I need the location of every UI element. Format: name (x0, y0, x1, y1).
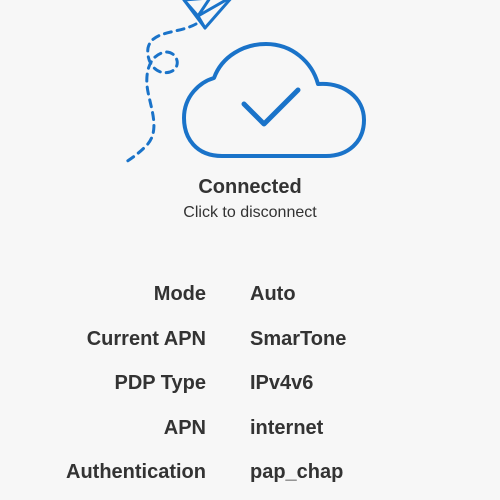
info-label: PDP Type (114, 372, 206, 394)
connection-status: Connected (198, 176, 302, 198)
flight-trail (124, 22, 198, 164)
info-row-authentication: Authentication pap_chap (0, 450, 500, 495)
info-row-mode: Mode Auto (0, 272, 500, 317)
cloud-check-icon (182, 42, 366, 158)
info-value: SmarTone (250, 327, 347, 350)
info-label: Current APN (86, 327, 206, 350)
disconnect-button[interactable]: Connected Click to disconnect (0, 172, 500, 224)
info-row-apn: APN internet (0, 406, 500, 451)
connection-illustration (0, 0, 500, 170)
connection-info-table: Mode Auto Current APN SmarTone PDP Type … (0, 272, 500, 495)
info-value: pap_chap (250, 461, 344, 483)
info-label: APN (163, 416, 206, 439)
info-row-current-apn: Current APN SmarTone (0, 317, 500, 362)
info-label: Authentication (66, 461, 206, 483)
info-value: internet (250, 416, 324, 439)
connection-screen: Connected Click to disconnect Mode Auto … (0, 0, 500, 500)
info-label: Mode (153, 283, 206, 305)
paper-plane-icon (182, 0, 232, 30)
info-value: IPv4v6 (250, 372, 314, 394)
disconnect-hint: Click to disconnect (183, 204, 317, 221)
info-row-pdp-type: PDP Type IPv4v6 (0, 361, 500, 406)
info-value: Auto (250, 283, 296, 305)
